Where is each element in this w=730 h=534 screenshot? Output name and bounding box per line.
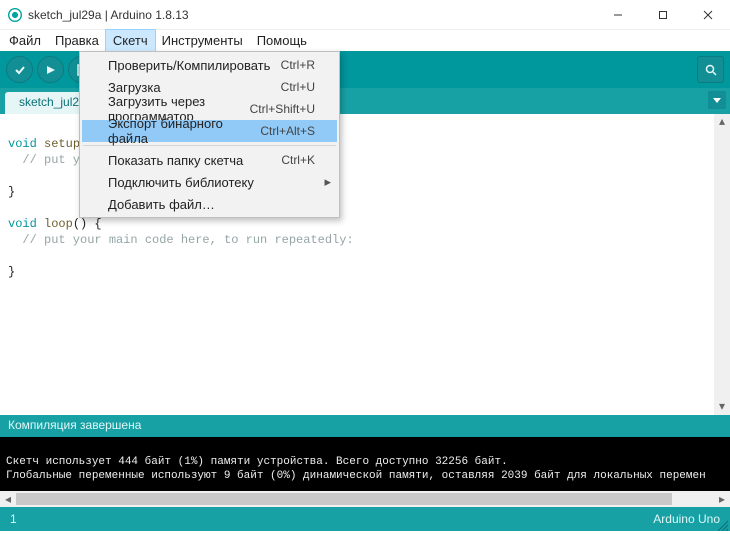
scroll-up-icon[interactable]: ▴ — [714, 114, 730, 130]
menu-verify-compile[interactable]: Проверить/Компилировать Ctrl+R — [82, 54, 337, 76]
menu-add-file[interactable]: Добавить файл… — [82, 193, 337, 215]
menu-show-folder[interactable]: Показать папку скетча Ctrl+K — [82, 149, 337, 171]
verify-button[interactable] — [6, 56, 33, 83]
menu-edit[interactable]: Правка — [48, 30, 106, 51]
console-output[interactable]: Скетч использует 444 байт (1%) памяти ус… — [0, 437, 730, 491]
console-line: Скетч использует 444 байт (1%) памяти ус… — [6, 456, 508, 468]
close-button[interactable] — [685, 0, 730, 30]
resize-grip-icon[interactable] — [716, 519, 728, 531]
footer-line-number: 1 — [10, 512, 17, 526]
scroll-down-icon[interactable]: ▾ — [714, 399, 730, 415]
sketch-menu-dropdown: Проверить/Компилировать Ctrl+R Загрузка … — [79, 51, 340, 218]
tab-menu-button[interactable] — [708, 91, 726, 109]
scroll-thumb[interactable] — [16, 493, 672, 505]
scroll-track[interactable] — [16, 491, 714, 507]
console-line: Глобальные переменные используют 9 байт … — [6, 470, 706, 482]
minimize-button[interactable] — [595, 0, 640, 30]
status-bar: Компиляция завершена — [0, 415, 730, 437]
menu-export-binary[interactable]: Экспорт бинарного файла Ctrl+Alt+S — [82, 120, 337, 142]
serial-monitor-button[interactable] — [697, 56, 724, 83]
menu-sketch[interactable]: Скетч — [106, 30, 155, 51]
upload-button[interactable] — [37, 56, 64, 83]
menu-tools[interactable]: Инструменты — [155, 30, 250, 51]
app-icon — [8, 8, 22, 22]
footer-bar: 1 Arduino Uno — [0, 507, 730, 531]
menu-include-library[interactable]: Подключить библиотеку ▸ — [82, 171, 337, 193]
scroll-left-icon[interactable]: ◂ — [0, 491, 16, 507]
menu-file[interactable]: Файл — [2, 30, 48, 51]
console-horizontal-scrollbar[interactable]: ◂ ▸ — [0, 491, 730, 507]
menu-help[interactable]: Помощь — [250, 30, 314, 51]
chevron-right-icon: ▸ — [324, 174, 331, 190]
maximize-button[interactable] — [640, 0, 685, 30]
scroll-track[interactable] — [714, 130, 730, 399]
status-text: Компиляция завершена — [8, 418, 141, 432]
scroll-right-icon[interactable]: ▸ — [714, 491, 730, 507]
title-bar: sketch_jul29a | Arduino 1.8.13 — [0, 0, 730, 30]
editor-vertical-scrollbar[interactable]: ▴ ▾ — [714, 114, 730, 415]
menu-bar: Файл Правка Скетч Инструменты Помощь — [0, 30, 730, 51]
window-title: sketch_jul29a | Arduino 1.8.13 — [28, 8, 189, 22]
code-text: void — [8, 137, 37, 151]
footer-board: Arduino Uno — [653, 512, 720, 526]
